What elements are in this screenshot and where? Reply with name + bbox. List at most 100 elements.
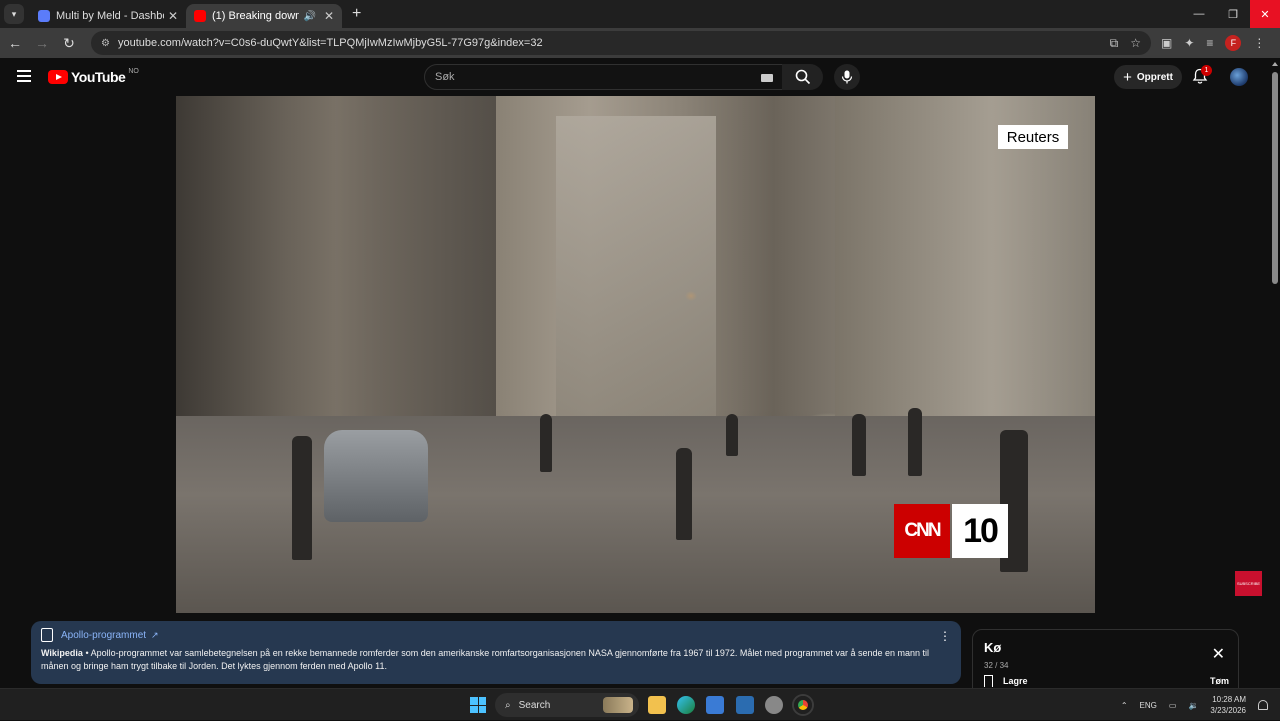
windows-taskbar: ⌕ Search ⌃ ENG ▭ 🔉 10:28 AM 3/23/2026: [0, 688, 1280, 720]
menu-kebab-icon[interactable]: ⋮: [1253, 36, 1265, 50]
app-icon[interactable]: [765, 696, 783, 714]
profile-avatar[interactable]: F: [1225, 35, 1242, 51]
youtube-wordmark: YouTube: [71, 69, 126, 85]
voice-search-button[interactable]: [834, 64, 860, 90]
network-icon[interactable]: ▭: [1169, 701, 1177, 710]
video-scene-person: [540, 414, 552, 472]
video-player[interactable]: Reuters CNN 10: [176, 96, 1095, 613]
article-icon: [41, 628, 53, 642]
search-icon: [795, 69, 810, 85]
queue-panel: Kø 32 / 34 ✕ Lagre Tøm: [972, 629, 1239, 691]
chrome-icon[interactable]: [794, 696, 812, 714]
info-panel-text: Wikipedia • Apollo-programmet var samleb…: [41, 647, 951, 673]
tab-youtube-video[interactable]: (1) Breaking down the new 🔊 ✕: [186, 4, 342, 28]
video-scene-person: [852, 414, 866, 476]
address-bar: ← → ↻ ⚙ youtube.com/watch?v=C0s6-duQwtY&…: [0, 28, 1280, 58]
bookmark-icon: [984, 675, 993, 687]
minimize-button[interactable]: —: [1182, 0, 1216, 28]
extension-icon[interactable]: ▣: [1161, 36, 1172, 50]
queue-count: 32 / 34: [984, 661, 1009, 670]
clock-date: 3/23/2026: [1210, 706, 1246, 715]
reload-icon[interactable]: ↻: [57, 35, 81, 52]
clock[interactable]: 10:28 AM 3/23/2026: [1210, 694, 1246, 716]
page-scrollbar[interactable]: [1270, 58, 1280, 688]
video-scene-buildings-center: [556, 116, 716, 416]
search-highlight-image: [603, 697, 633, 713]
browser-tab-bar: ▾ Multi by Meld - Dashboard. ✕ (1) Break…: [0, 0, 1280, 28]
more-options-icon[interactable]: ⋮: [939, 629, 951, 643]
info-panel-title-link[interactable]: Apollo-programmet: [61, 630, 146, 641]
tab-title: (1) Breaking down the new: [212, 10, 300, 22]
volume-icon[interactable]: 🔉: [1188, 701, 1198, 710]
search-button[interactable]: [782, 64, 823, 90]
close-tab-icon[interactable]: ✕: [324, 9, 334, 23]
subscribe-watermark-button[interactable]: SUBSCRIBE: [1235, 571, 1262, 596]
bookmark-star-icon[interactable]: ☆: [1130, 36, 1141, 50]
create-label: Opprett: [1136, 71, 1173, 83]
create-button[interactable]: + Opprett: [1114, 65, 1182, 89]
youtube-logo[interactable]: YouTube NO: [48, 67, 139, 85]
video-scene-person: [676, 448, 692, 540]
info-panel-source: Wikipedia: [41, 648, 83, 658]
notifications-button[interactable]: 1: [1192, 65, 1212, 90]
info-panel: Apollo-programmet ↗ ⋮ Wikipedia • Apollo…: [31, 621, 961, 684]
extensions-area: ▣ ✦ ≡ F ⋮: [1161, 35, 1265, 51]
account-avatar[interactable]: [1230, 68, 1248, 86]
video-scene-person: [292, 436, 312, 560]
queue-title: Kø: [984, 640, 1002, 655]
cnn10-number-logo: 10: [952, 504, 1008, 558]
country-code: NO: [128, 67, 139, 75]
scrollbar-thumb[interactable]: [1272, 72, 1278, 284]
external-link-icon[interactable]: ↗: [151, 630, 159, 641]
scroll-up-arrow-icon[interactable]: [1272, 62, 1278, 66]
notification-badge: 1: [1201, 65, 1212, 76]
tab-meld-dashboard[interactable]: Multi by Meld - Dashboard. ✕: [30, 4, 186, 28]
close-tab-icon[interactable]: ✕: [168, 9, 178, 23]
file-explorer-icon[interactable]: [648, 696, 666, 714]
forward-icon[interactable]: →: [30, 35, 54, 51]
microphone-icon: [841, 70, 853, 84]
queue-clear-button[interactable]: Tøm: [1210, 676, 1229, 686]
url-text[interactable]: youtube.com/watch?v=C0s6-duQwtY&list=TLP…: [118, 37, 1098, 49]
plus-icon: +: [1123, 68, 1132, 86]
back-icon[interactable]: ←: [3, 35, 27, 51]
clock-time: 10:28 AM: [1212, 695, 1246, 704]
window-controls: — ❐ ✕: [1182, 0, 1280, 28]
omnibox[interactable]: ⚙ youtube.com/watch?v=C0s6-duQwtY&list=T…: [91, 31, 1151, 55]
youtube-header: YouTube NO Søk + Opprett 1: [0, 58, 1270, 96]
language-indicator[interactable]: ENG: [1140, 701, 1157, 710]
youtube-play-icon: [48, 70, 68, 84]
taskbar-search[interactable]: ⌕ Search: [495, 693, 639, 717]
taskbar-search-label: Search: [518, 699, 551, 711]
search-input[interactable]: Søk: [424, 64, 788, 90]
reading-list-icon[interactable]: ≡: [1206, 36, 1213, 50]
reuters-watermark: Reuters: [998, 125, 1068, 149]
store-app-icon[interactable]: [706, 696, 724, 714]
snipping-tool-icon[interactable]: [736, 696, 754, 714]
tab-title: Multi by Meld - Dashboard.: [56, 10, 164, 22]
video-scene-car: [324, 430, 428, 522]
queue-close-icon[interactable]: ✕: [1212, 644, 1225, 664]
install-app-icon[interactable]: ⧉: [1110, 36, 1119, 51]
audio-playing-icon[interactable]: 🔊: [303, 11, 315, 22]
puzzle-icon[interactable]: ✦: [1184, 36, 1194, 50]
info-panel-description: • Apollo-programmet var samlebetegnelsen…: [41, 648, 930, 671]
start-windows-icon[interactable]: [470, 697, 486, 713]
queue-save-button[interactable]: Lagre: [984, 675, 1227, 687]
hamburger-menu-icon[interactable]: [17, 70, 31, 82]
new-tab-button[interactable]: +: [352, 5, 361, 23]
site-info-icon[interactable]: ⚙: [101, 38, 110, 49]
notification-center-icon[interactable]: [1258, 700, 1268, 710]
window-close-button[interactable]: ✕: [1250, 0, 1280, 28]
meld-favicon-icon: [38, 10, 50, 22]
tab-search-button[interactable]: ▾: [4, 4, 24, 24]
video-scene-person: [726, 414, 738, 456]
restore-button[interactable]: ❐: [1216, 0, 1250, 28]
show-hidden-icons-icon[interactable]: ⌃: [1121, 701, 1128, 710]
video-scene-person: [908, 408, 922, 476]
save-label: Lagre: [1003, 676, 1028, 686]
taskbar-search-icon: ⌕: [505, 699, 511, 711]
edge-browser-icon[interactable]: [677, 696, 695, 714]
youtube-favicon-icon: [194, 10, 206, 22]
keyboard-icon[interactable]: [761, 74, 773, 82]
